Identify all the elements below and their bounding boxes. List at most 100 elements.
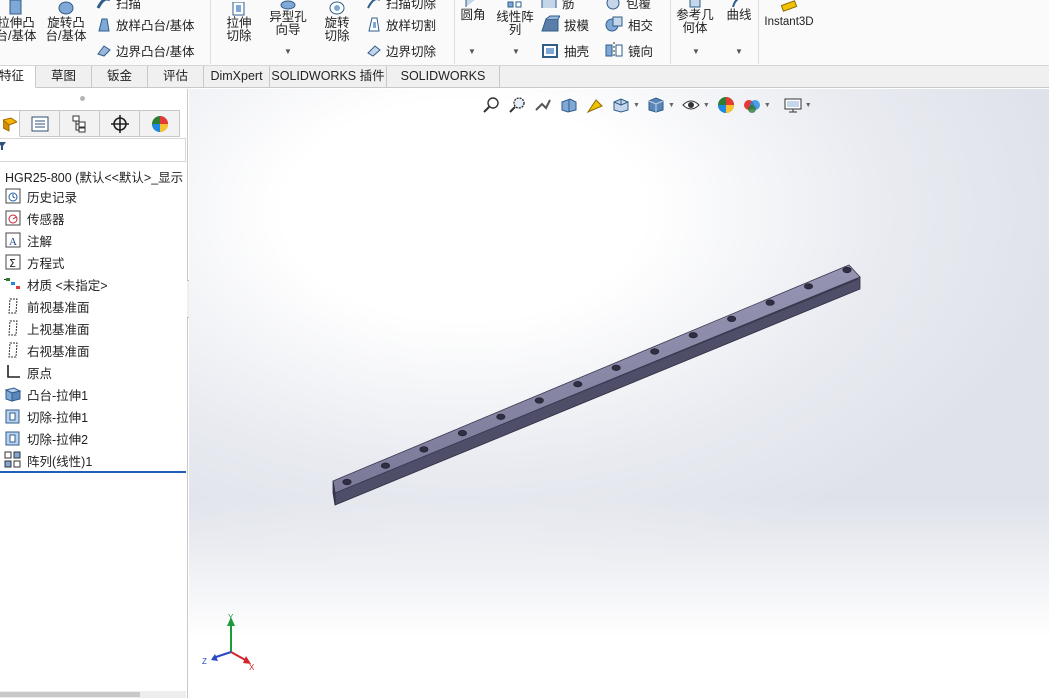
chevron-down-icon[interactable]: ▼ — [668, 102, 675, 109]
tree-item-equations[interactable]: Σ 方程式 — [4, 252, 65, 272]
tab-features[interactable]: 特征 — [0, 66, 36, 88]
tab-dimxpert[interactable]: DimXpert — [204, 66, 270, 88]
wrap-button[interactable]: 包覆 — [604, 0, 651, 12]
command-tab-bar: 特征 草图 钣金 评估 DimXpert SOLIDWORKS 插件 SOLID… — [0, 66, 1049, 104]
boundary-boss-icon — [97, 45, 111, 57]
revolve-boss-button[interactable]: 旋转凸台/基体 — [42, 0, 90, 43]
boss-extrude-icon — [4, 385, 22, 403]
mounting-hole — [342, 478, 352, 486]
tree-item-origin[interactable]: 原点 — [4, 362, 52, 382]
tree-filter-box[interactable] — [0, 138, 186, 162]
tree-item-top-plane[interactable]: 上视基准面 — [4, 318, 90, 338]
panel-horizontal-scrollbar[interactable] — [0, 691, 186, 698]
equation-icon: Σ — [4, 253, 22, 271]
plane-icon — [4, 297, 22, 315]
linear-pattern-icon — [4, 451, 22, 469]
curves-button[interactable]: 曲线 — [722, 0, 756, 22]
hide-show-items-icon[interactable] — [681, 95, 701, 115]
boundary-cut-button[interactable]: 边界切除 — [366, 40, 436, 60]
tab-sheet-metal[interactable]: 钣金 — [92, 66, 148, 88]
tree-item-label: 上视基准面 — [27, 322, 90, 337]
graphics-area[interactable]: ▼ ▼ ▼ ▼ ▼ ▯ ▯ — [189, 89, 1049, 698]
linear-pattern-dropdown[interactable]: ▼ — [512, 47, 520, 56]
tab-evaluate[interactable]: 评估 — [148, 66, 204, 88]
draft-button[interactable]: 拔模 — [540, 14, 589, 34]
linear-pattern-button[interactable]: 线性阵列 — [494, 0, 536, 37]
tree-item-label: 历史记录 — [27, 190, 78, 205]
rollback-bar[interactable] — [0, 471, 186, 473]
rib-button[interactable]: 筋 — [540, 0, 575, 12]
chevron-down-icon[interactable]: ▼ — [805, 102, 812, 109]
tree-item-front-plane[interactable]: 前视基准面 — [4, 296, 90, 316]
tree-item-history[interactable]: 历史记录 — [4, 186, 77, 206]
tree-root-part[interactable]: HGR25-800 (默认<<默认>_显示 — [5, 167, 183, 186]
chevron-down-icon[interactable]: ▼ — [633, 102, 640, 109]
guide-rail-model[interactable] — [189, 89, 1049, 698]
tab-configuration-manager[interactable] — [60, 110, 100, 137]
tree-item-sensors[interactable]: 传感器 — [4, 208, 65, 228]
loft-boss-icon — [98, 18, 110, 32]
chevron-down-icon[interactable]: ▼ — [764, 102, 771, 109]
scrollbar-thumb[interactable] — [0, 692, 140, 697]
zoom-to-area-icon[interactable] — [507, 95, 527, 115]
plane-icon — [4, 319, 22, 337]
reference-geometry-dropdown[interactable]: ▼ — [692, 47, 700, 56]
reference-geometry-button[interactable]: 参考几何体 — [672, 0, 718, 35]
extrude-cut-button[interactable]: 拉伸切除 — [215, 2, 263, 43]
origin-icon — [4, 363, 22, 381]
tab-sketch[interactable]: 草图 — [36, 66, 92, 88]
tree-item-annotations[interactable]: A 注解 — [4, 230, 52, 250]
rail-top-face — [332, 264, 861, 494]
lofted-cut-button[interactable]: 放样切割 — [366, 14, 436, 34]
panel-grip[interactable] — [80, 96, 85, 101]
tree-item-label: 方程式 — [27, 256, 65, 271]
boundary-boss-button[interactable]: 边界凸台/基体 — [96, 40, 194, 60]
tree-item-boss-extrude1[interactable]: 凸台-拉伸1 — [4, 384, 88, 404]
display-style-icon[interactable] — [646, 95, 666, 115]
revolve-boss-icon — [58, 1, 74, 15]
extrude-boss-button[interactable]: 拉伸凸台/基体 — [0, 0, 38, 43]
hole-wizard-dropdown[interactable]: ▼ — [284, 47, 292, 56]
fillet-button[interactable]: 圆角 — [454, 0, 492, 22]
mirror-button[interactable]: 镜向 — [604, 40, 653, 60]
ribbon-separator — [210, 0, 211, 64]
tab-solidworks-addins[interactable]: SOLIDWORKS 插件 — [270, 66, 387, 88]
tab-feature-manager[interactable] — [0, 110, 20, 137]
feature-manager-icon — [2, 116, 17, 132]
loft-boss-button[interactable]: 放样凸台/基体 — [96, 14, 194, 34]
tree-item-right-plane[interactable]: 右视基准面 — [4, 340, 90, 360]
tree-item-cut-extrude2[interactable]: 切除-拉伸2 — [4, 428, 88, 448]
tree-item-label: 原点 — [27, 366, 53, 381]
sweep-button[interactable]: 扫描 — [96, 0, 141, 12]
fillet-dropdown[interactable]: ▼ — [468, 47, 476, 56]
tree-item-linear-pattern1[interactable]: 阵列(线性)1 — [4, 450, 92, 470]
tab-dimxpert-manager[interactable] — [100, 110, 140, 137]
extrude-boss-icon — [9, 0, 22, 15]
view-orientation-icon[interactable] — [611, 95, 631, 115]
wrap-icon — [606, 0, 620, 10]
swept-cut-button[interactable]: 扫描切除 — [366, 0, 436, 12]
tree-item-cut-extrude1[interactable]: 切除-拉伸1 — [4, 406, 88, 426]
lofted-cut-icon — [368, 17, 380, 32]
revolve-cut-button[interactable]: 旋转切除 — [314, 0, 360, 43]
previous-view-icon[interactable] — [533, 95, 553, 115]
tab-solidworks-mbd[interactable]: SOLIDWORKS MBD — [387, 66, 500, 104]
tree-item-label: 切除-拉伸2 — [27, 432, 89, 447]
dynamic-annotation-icon[interactable] — [585, 95, 605, 115]
apply-scene-icon[interactable] — [742, 95, 762, 115]
shell-button[interactable]: 抽壳 — [540, 40, 589, 60]
extrude-cut-icon — [232, 2, 245, 16]
intersect-button[interactable]: 相交 — [604, 14, 653, 34]
curves-icon — [732, 0, 739, 8]
tab-property-manager[interactable] — [20, 110, 60, 137]
view-settings-monitor-icon[interactable] — [783, 95, 803, 115]
edit-appearance-icon[interactable] — [716, 95, 736, 115]
instant3d-button[interactable]: Instant3D — [760, 0, 818, 29]
tree-item-material[interactable]: 材质 <未指定> — [4, 274, 108, 294]
section-view-icon[interactable] — [559, 95, 579, 115]
tab-display-manager[interactable] — [140, 110, 180, 137]
curves-dropdown[interactable]: ▼ — [735, 47, 743, 56]
hole-wizard-button[interactable]: 异型孔向导 — [265, 0, 311, 37]
chevron-down-icon[interactable]: ▼ — [703, 102, 710, 109]
zoom-to-fit-icon[interactable] — [481, 95, 501, 115]
